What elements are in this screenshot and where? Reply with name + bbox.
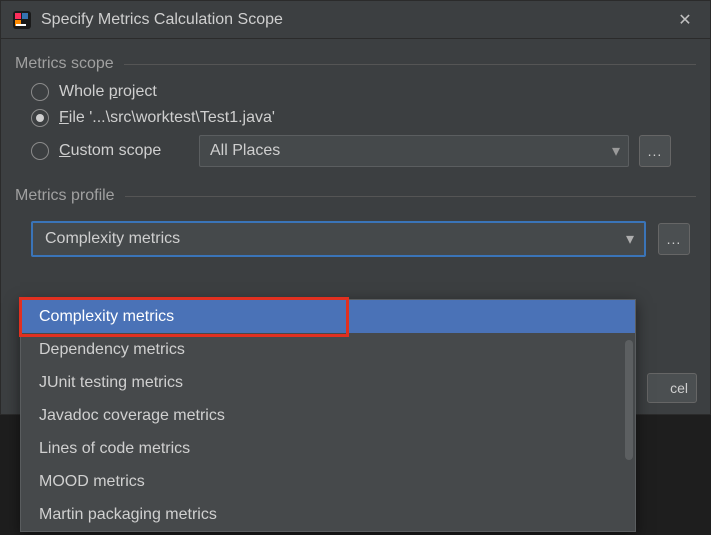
scope-whole-label: Whole project <box>59 83 157 101</box>
profile-option-dependency[interactable]: Dependency metrics <box>21 333 635 366</box>
chevron-down-icon: ▾ <box>626 229 634 249</box>
custom-scope-browse-button[interactable]: ... <box>639 135 671 167</box>
dialog-title: Specify Metrics Calculation Scope <box>41 11 672 29</box>
profile-browse-button[interactable]: ... <box>658 223 690 255</box>
profile-option-mood[interactable]: MOOD metrics <box>21 465 635 498</box>
custom-scope-select[interactable]: All Places ▾ <box>199 135 629 167</box>
scope-option-custom[interactable]: Custom scope All Places ▾ ... <box>1 131 710 171</box>
scope-section-label: Metrics scope <box>1 39 710 79</box>
scope-option-file[interactable]: File '...\src\worktest\Test1.java' <box>1 105 710 131</box>
close-icon[interactable]: ✕ <box>672 7 698 33</box>
profile-option-martin[interactable]: Martin packaging metrics <box>21 498 635 531</box>
profile-selected-value: Complexity metrics <box>45 230 180 248</box>
profile-dropdown: Complexity metrics Dependency metrics JU… <box>20 299 636 532</box>
radio-icon <box>31 109 49 127</box>
scope-file-label: File '...\src\worktest\Test1.java' <box>59 109 275 127</box>
cancel-button[interactable]: cel <box>647 373 697 403</box>
profile-option-junit[interactable]: JUnit testing metrics <box>21 366 635 399</box>
chevron-down-icon: ▾ <box>612 141 620 161</box>
scope-option-whole[interactable]: Whole project <box>1 79 710 105</box>
scope-custom-label: Custom scope <box>59 142 189 160</box>
metrics-profile-select[interactable]: Complexity metrics ▾ <box>31 221 646 257</box>
profile-label-text: Metrics profile <box>15 187 115 205</box>
profile-section-label: Metrics profile <box>1 171 710 211</box>
divider <box>124 64 696 65</box>
profile-option-complexity[interactable]: Complexity metrics <box>21 300 635 333</box>
profile-option-javadoc[interactable]: Javadoc coverage metrics <box>21 399 635 432</box>
scope-label-text: Metrics scope <box>15 55 114 73</box>
radio-icon <box>31 142 49 160</box>
divider <box>125 196 696 197</box>
custom-scope-value: All Places <box>210 142 280 160</box>
dropdown-scrollbar[interactable] <box>625 340 633 460</box>
app-icon <box>13 11 31 29</box>
titlebar: Specify Metrics Calculation Scope ✕ <box>1 1 710 39</box>
profile-option-loc[interactable]: Lines of code metrics <box>21 432 635 465</box>
radio-icon <box>31 83 49 101</box>
